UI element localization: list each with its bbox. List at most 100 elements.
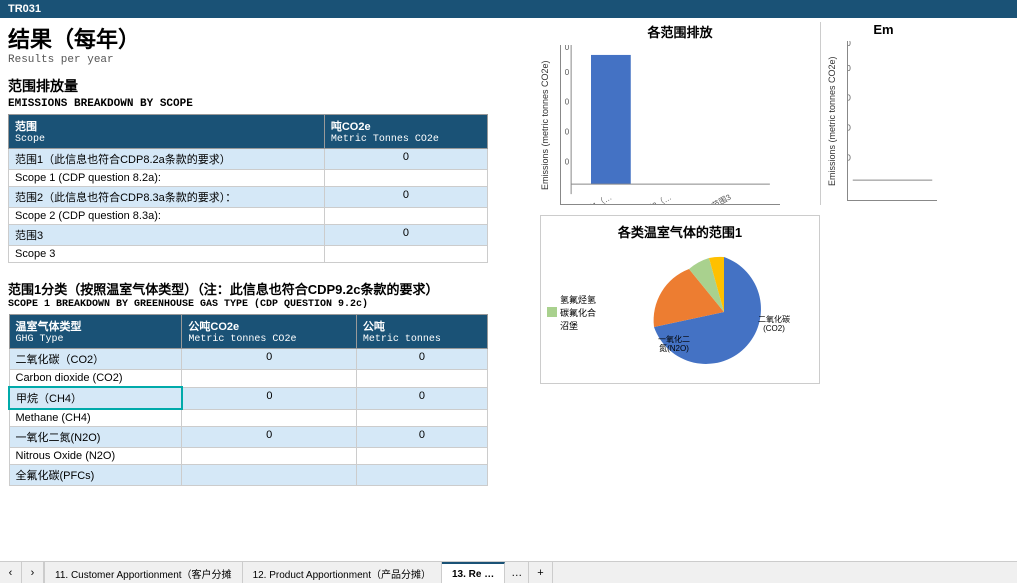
table-row: 范围1（此信息也符合CDP8.2a条款的要求） 0 bbox=[9, 149, 488, 170]
table-row: 范围2（此信息也符合CDP8.3a条款的要求）： 0 bbox=[9, 187, 488, 208]
pfc-label-cn: 全氟化碳(PFCs) bbox=[9, 465, 182, 486]
left-panel: 结果（每年） Results per year 范围排放量 EMISSIONS … bbox=[8, 22, 528, 492]
scope1-label-cn: 范围1（此信息也符合CDP8.2a条款的要求） bbox=[9, 149, 325, 170]
top-bar-label: TR031 bbox=[8, 3, 41, 15]
pie-chart-title: 各类温室气体的范围1 bbox=[547, 222, 813, 241]
scope3-value: 0 bbox=[324, 225, 487, 246]
tab-results[interactable]: 13. Re … bbox=[442, 562, 505, 583]
table-row: Scope 2 (CDP question 8.3a): bbox=[9, 208, 488, 225]
tab-overflow-button[interactable]: … bbox=[505, 562, 529, 583]
bar-chart-1-svg: 0 0 0 0 0 bbox=[560, 45, 780, 205]
table-row: Scope 3 bbox=[9, 246, 488, 263]
ghg-section-title-en: SCOPE 1 BREAKDOWN BY GREENHOUSE GAS TYPE… bbox=[8, 299, 528, 310]
scope2-label-en: Scope 2 (CDP question 8.3a): bbox=[9, 208, 325, 225]
pie-legend: 氢氟烃氢碳氟化合沼堡 bbox=[547, 293, 627, 332]
co2-label-cn: 二氧化碳（CO2） bbox=[9, 349, 182, 370]
svg-text:0: 0 bbox=[565, 157, 570, 166]
scope-col1-header: 范围 Scope bbox=[9, 115, 325, 149]
svg-text:(CO2): (CO2) bbox=[763, 324, 785, 333]
tab-customer-apportionment[interactable]: 11. Customer Apportionment（客户分摊 bbox=[45, 562, 243, 583]
table-row: Nitrous Oxide (N2O) bbox=[9, 448, 488, 465]
svg-text:氮(N2O): 氮(N2O) bbox=[659, 343, 689, 353]
ghg-col1-header: 温室气体类型 GHG Type bbox=[9, 315, 182, 349]
bottom-nav[interactable]: ‹ › 11. Customer Apportionment（客户分摊 12. … bbox=[0, 561, 1017, 583]
table-row: Methane (CH4) bbox=[9, 409, 488, 427]
scope-col2-header: 吨CO2e Metric Tonnes CO2e bbox=[324, 115, 487, 149]
ghg-col2-header: 公吨CO2e Metric tonnes CO2e bbox=[182, 315, 356, 349]
scope2-label-cn: 范围2（此信息也符合CDP8.3a条款的要求）： bbox=[9, 187, 325, 208]
n2o-value1: 0 bbox=[182, 427, 356, 448]
table-row: Carbon dioxide (CO2) bbox=[9, 370, 488, 388]
tab-product-apportionment[interactable]: 12. Product Apportionment（产品分摊） bbox=[243, 562, 442, 583]
table-row: Scope 1 (CDP question 8.2a): bbox=[9, 170, 488, 187]
svg-text:0: 0 bbox=[847, 153, 851, 162]
svg-text:0: 0 bbox=[847, 94, 851, 103]
ch4-en-value1 bbox=[182, 409, 356, 427]
pfc-value1 bbox=[182, 465, 356, 486]
co2-en-value1 bbox=[182, 370, 356, 388]
nav-next-button[interactable]: › bbox=[22, 562, 44, 583]
scope1-value: 0 bbox=[324, 149, 487, 170]
bar-chart-1-ylabel: Emissions (metric tonnes CO2e) bbox=[540, 45, 560, 205]
co2-value2: 0 bbox=[356, 349, 487, 370]
svg-text:0: 0 bbox=[847, 41, 851, 48]
tab-add-button[interactable]: + bbox=[529, 562, 552, 583]
scope2-value-en bbox=[324, 208, 487, 225]
table-row: 全氟化碳(PFCs) bbox=[9, 465, 488, 486]
co2-value1: 0 bbox=[182, 349, 356, 370]
svg-text:一氧化二: 一氧化二 bbox=[658, 334, 690, 344]
pie-chart-svg: 一氧化二 氮(N2O) 二氧化碳 (CO2) bbox=[635, 247, 813, 377]
page-title-en: Results per year bbox=[8, 54, 528, 66]
svg-text:0: 0 bbox=[565, 45, 570, 52]
ch4-en-value2 bbox=[356, 409, 487, 427]
page-title-cn: 结果（每年） bbox=[8, 22, 528, 54]
tab-list: 11. Customer Apportionment（客户分摊 12. Prod… bbox=[45, 562, 553, 583]
bar-chart-2-ylabel: Emissions (metric tonnes CO2e) bbox=[827, 41, 847, 201]
n2o-en-value1 bbox=[182, 448, 356, 465]
svg-text:范围3: 范围3 bbox=[710, 191, 733, 205]
scope3-label-cn: 范围3 bbox=[9, 225, 325, 246]
svg-text:0: 0 bbox=[565, 98, 570, 107]
ghg-table: 温室气体类型 GHG Type 公吨CO2e Metric tonnes CO2… bbox=[8, 314, 488, 486]
svg-text:范围2（…: 范围2（… bbox=[637, 192, 673, 205]
n2o-en-value2 bbox=[356, 448, 487, 465]
pie-chart-container: 各类温室气体的范围1 氢氟烃氢碳氟化合沼堡 bbox=[540, 215, 820, 384]
table-row: 一氧化二氮(N2O) 0 0 bbox=[9, 427, 488, 448]
table-row: 范围3 0 bbox=[9, 225, 488, 246]
emissions-section-title-en: EMISSIONS BREAKDOWN BY SCOPE bbox=[8, 98, 528, 110]
svg-text:0: 0 bbox=[565, 68, 570, 77]
right-panel: 各范围排放 Emissions (metric tonnes CO2e) 0 0… bbox=[528, 22, 1009, 492]
legend-hfcs: 氢氟烃氢碳氟化合沼堡 bbox=[560, 293, 596, 332]
ch4-value1: 0 bbox=[182, 387, 356, 409]
ghg-col3-header: 公吨 Metric tonnes bbox=[356, 315, 487, 349]
scope1-label-en: Scope 1 (CDP question 8.2a): bbox=[9, 170, 325, 187]
n2o-label-cn: 一氧化二氮(N2O) bbox=[9, 427, 182, 448]
svg-text:0: 0 bbox=[847, 123, 851, 132]
pfc-value2 bbox=[356, 465, 487, 486]
co2-label-en: Carbon dioxide (CO2) bbox=[9, 370, 182, 388]
bar-chart-2-svg: 0 0 0 0 0 bbox=[847, 41, 937, 201]
bar-chart-1-container: 各范围排放 Emissions (metric tonnes CO2e) 0 0… bbox=[540, 22, 820, 205]
scope2-value: 0 bbox=[324, 187, 487, 208]
svg-text:0: 0 bbox=[847, 64, 851, 73]
main-content: 结果（每年） Results per year 范围排放量 EMISSIONS … bbox=[0, 18, 1017, 496]
nav-arrows: ‹ › bbox=[0, 562, 45, 583]
nav-prev-button[interactable]: ‹ bbox=[0, 562, 22, 583]
scope3-value-en bbox=[324, 246, 487, 263]
ch4-label-en: Methane (CH4) bbox=[9, 409, 182, 427]
ch4-value2: 0 bbox=[356, 387, 487, 409]
charts-top-row: 各范围排放 Emissions (metric tonnes CO2e) 0 0… bbox=[540, 22, 1009, 205]
bar-chart-2-container: Em Emissions (metric tonnes CO2e) 0 0 0 … bbox=[820, 22, 940, 205]
scope1-value-en bbox=[324, 170, 487, 187]
bar-chart-2-title: Em bbox=[827, 22, 940, 37]
ghg-section-title-cn: 范围1分类（按照温室气体类型）（注：此信息也符合CDP9.2c条款的要求） bbox=[8, 279, 528, 298]
scope3-label-en: Scope 3 bbox=[9, 246, 325, 263]
table-row: 甲烷（CH4） 0 0 bbox=[9, 387, 488, 409]
bar-chart-1-title: 各范围排放 bbox=[540, 22, 820, 41]
svg-text:范围1（…: 范围1（… bbox=[577, 192, 613, 205]
co2-en-value2 bbox=[356, 370, 487, 388]
scope-table: 范围 Scope 吨CO2e Metric Tonnes CO2e 范围1（此信… bbox=[8, 114, 488, 263]
n2o-label-en: Nitrous Oxide (N2O) bbox=[9, 448, 182, 465]
table-row: 二氧化碳（CO2） 0 0 bbox=[9, 349, 488, 370]
svg-text:二氧化碳: 二氧化碳 bbox=[758, 314, 790, 324]
